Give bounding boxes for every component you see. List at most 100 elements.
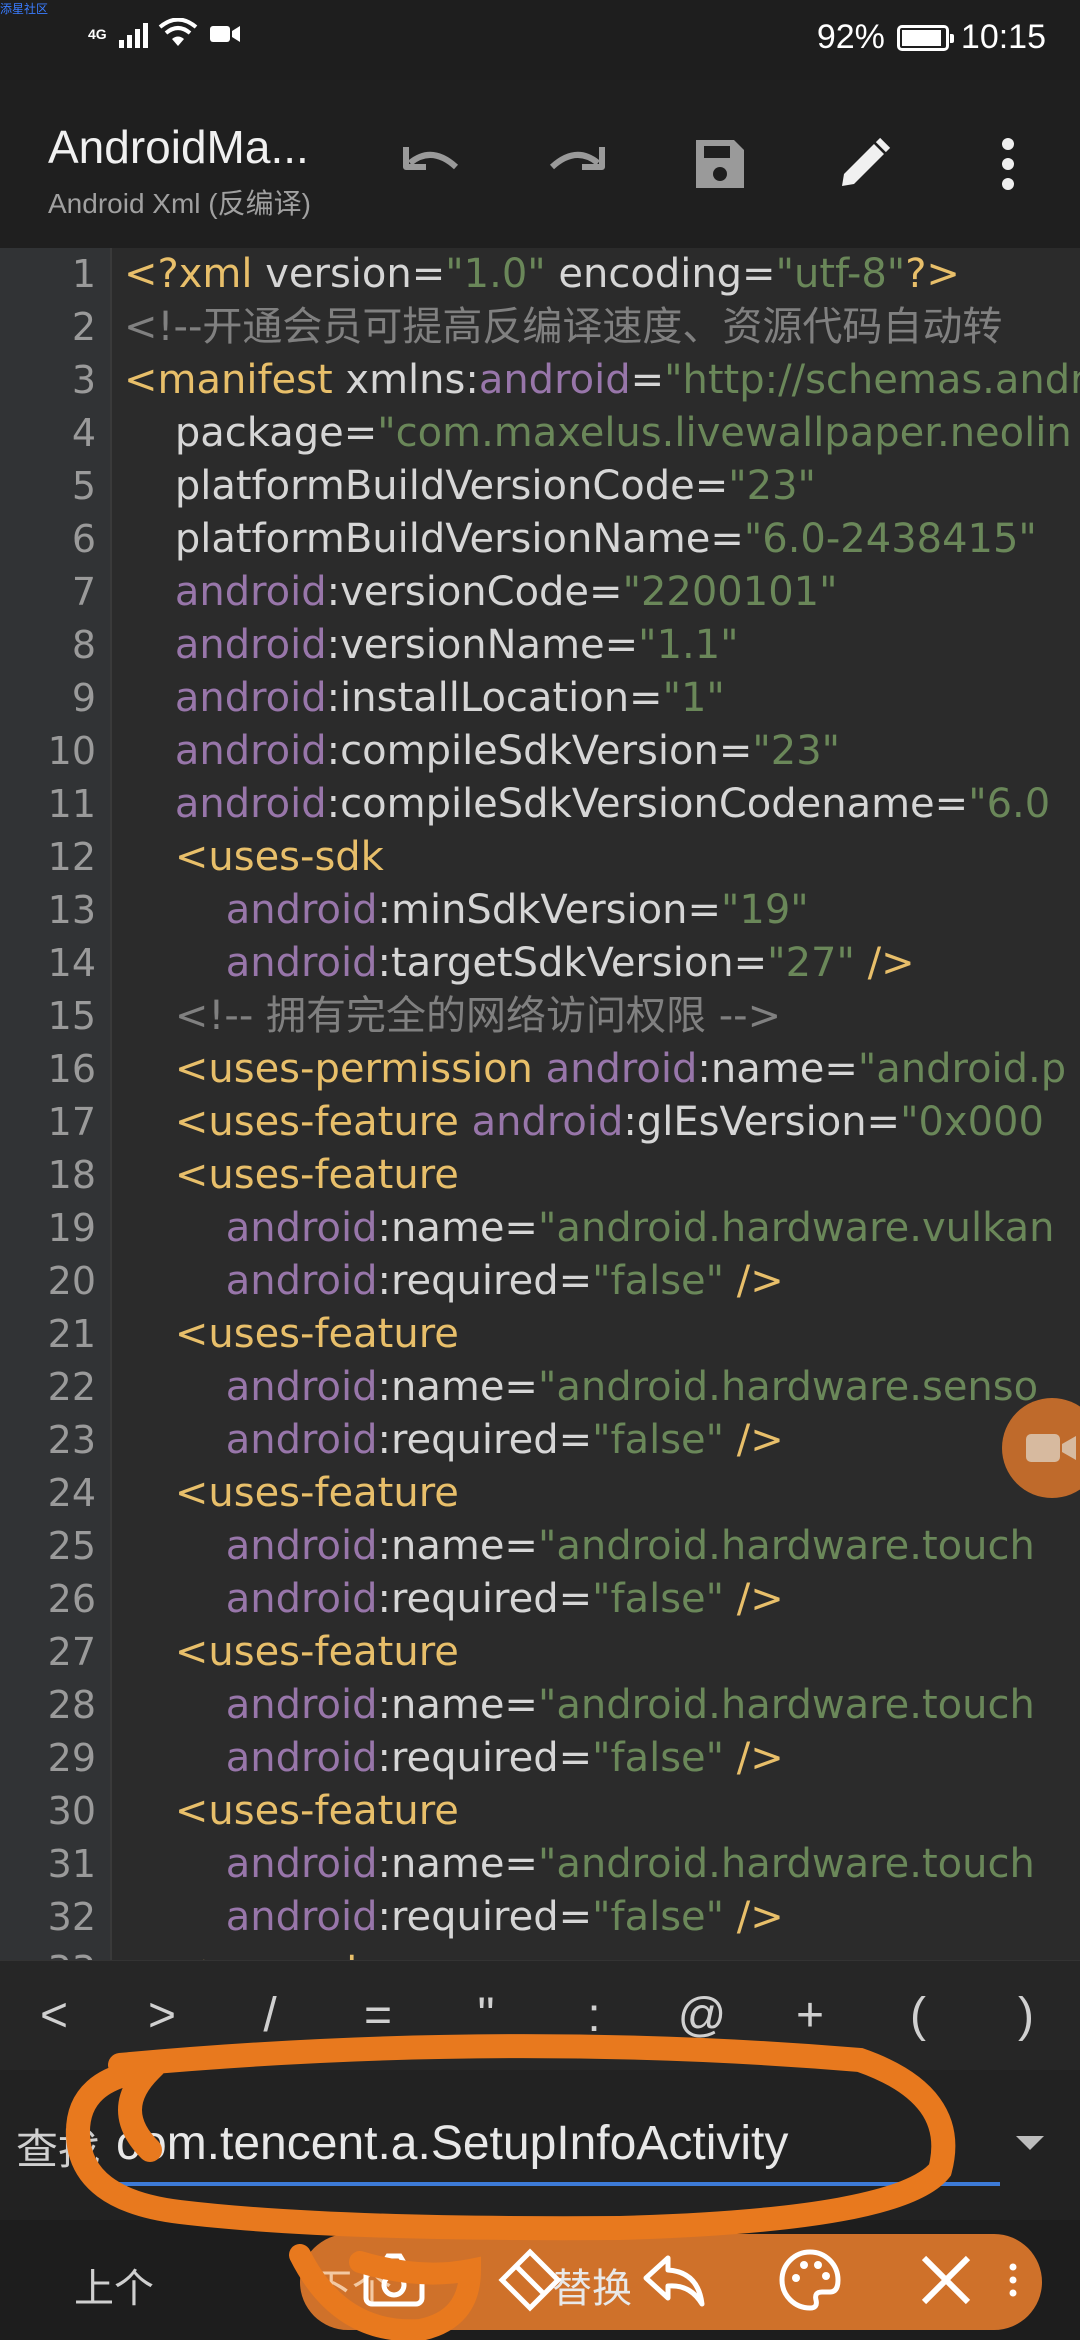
code-line[interactable]: 10 android:compileSdkVersion="23" bbox=[0, 725, 1080, 778]
line-code: android:compileSdkVersion="23" bbox=[124, 725, 840, 778]
code-line[interactable]: 11 android:compileSdkVersionCodename="6.… bbox=[0, 778, 1080, 831]
code-line[interactable]: 33 <supports-screens bbox=[0, 1944, 1080, 1960]
token-ns: android bbox=[124, 675, 327, 721]
palette-icon[interactable] bbox=[776, 2246, 844, 2314]
symbol-key[interactable]: < bbox=[0, 1988, 108, 2043]
status-left: 4G bbox=[88, 18, 244, 50]
code-line[interactable]: 26 android:required="false" /> bbox=[0, 1573, 1080, 1626]
code-line[interactable]: 25 android:name="android.hardware.touch bbox=[0, 1520, 1080, 1573]
code-line[interactable]: 31 android:name="android.hardware.touch bbox=[0, 1838, 1080, 1891]
code-line[interactable]: 2 <!--开通会员可提高反编译速度、资源代码自动转 bbox=[0, 301, 1080, 354]
line-code: <uses-permission android:name="android.p bbox=[124, 1043, 1066, 1096]
symbol-key[interactable]: ) bbox=[972, 1988, 1080, 2043]
token-tag: <?xml bbox=[124, 251, 266, 297]
line-code: android:required="false" /> bbox=[124, 1255, 784, 1308]
line-number: 28 bbox=[47, 1683, 96, 1727]
code-line[interactable]: 12 <uses-sdk bbox=[0, 831, 1080, 884]
code-line[interactable]: 30 <uses-feature bbox=[0, 1785, 1080, 1838]
code-line[interactable]: 24 <uses-feature bbox=[0, 1467, 1080, 1520]
symbol-key[interactable]: @ bbox=[648, 1988, 756, 2043]
file-title: AndroidMa... bbox=[48, 121, 309, 173]
code-line[interactable]: 7 android:versionCode="2200101" bbox=[0, 566, 1080, 619]
code-editor[interactable]: 1 <?xml version="1.0" encoding="utf-8"?> 2… bbox=[0, 248, 1080, 1960]
undo-icon[interactable] bbox=[392, 124, 472, 204]
line-code: <!--开通会员可提高反编译速度、资源代码自动转 bbox=[124, 301, 1002, 354]
code-line[interactable]: 6 platformBuildVersionName="6.0-2438415" bbox=[0, 513, 1080, 566]
code-line[interactable]: 8 android:versionName="1.1" bbox=[0, 619, 1080, 672]
code-line[interactable]: 15 <!-- 拥有完全的网络访问权限 --> bbox=[0, 990, 1080, 1043]
line-code: android:name="android.hardware.touch bbox=[124, 1679, 1035, 1732]
code-line[interactable]: 13 android:minSdkVersion="19" bbox=[0, 884, 1080, 937]
code-line[interactable]: 19 android:name="android.hardware.vulkan bbox=[0, 1202, 1080, 1255]
line-number: 22 bbox=[47, 1365, 96, 1409]
eraser-icon[interactable] bbox=[496, 2246, 564, 2314]
code-line[interactable]: 29 android:required="false" /> bbox=[0, 1732, 1080, 1785]
code-line[interactable]: 9 android:installLocation="1" bbox=[0, 672, 1080, 725]
line-number: 12 bbox=[47, 835, 96, 879]
symbol-bar: < > / = ": @ +() bbox=[0, 1960, 1080, 2070]
token-attr: xmlns: bbox=[345, 357, 479, 403]
more-icon[interactable] bbox=[968, 124, 1048, 204]
code-line[interactable]: 21 <uses-feature bbox=[0, 1308, 1080, 1361]
symbol-key[interactable]: + bbox=[756, 1988, 864, 2043]
chevron-down-icon[interactable] bbox=[1016, 2136, 1044, 2150]
line-number: 16 bbox=[47, 1047, 96, 1091]
code-line[interactable]: 3 <manifest xmlns:android="http://schemas… bbox=[0, 354, 1080, 407]
code-line[interactable]: 20 android:required="false" /> bbox=[0, 1255, 1080, 1308]
code-line[interactable]: 22 android:name="android.hardware.senso bbox=[0, 1361, 1080, 1414]
code-line[interactable]: 1 <?xml version="1.0" encoding="utf-8"?> bbox=[0, 248, 1080, 301]
token-attr: :name= bbox=[377, 1205, 538, 1251]
token-attr: :required= bbox=[377, 1735, 593, 1781]
edit-icon[interactable] bbox=[824, 124, 904, 204]
previous-button[interactable]: 上个 bbox=[74, 2256, 154, 2314]
line-number: 11 bbox=[47, 782, 96, 826]
code-line[interactable]: 5 platformBuildVersionCode="23" bbox=[0, 460, 1080, 513]
search-input[interactable]: com.tencent.a.SetupInfoActivity bbox=[112, 2102, 1000, 2186]
token-ns: android bbox=[124, 1205, 378, 1251]
token-val: "27" bbox=[767, 940, 855, 986]
line-code: android:minSdkVersion="19" bbox=[124, 884, 809, 937]
video-call-icon bbox=[209, 26, 240, 42]
token-tag: /> bbox=[724, 1735, 784, 1781]
code-line[interactable]: 32 android:required="false" /> bbox=[0, 1891, 1080, 1944]
save-icon[interactable] bbox=[680, 124, 760, 204]
code-line[interactable]: 16 <uses-permission android:name="androi… bbox=[0, 1043, 1080, 1096]
code-line[interactable]: 4 package="com.maxelus.livewallpaper.neo… bbox=[0, 407, 1080, 460]
reply-icon[interactable] bbox=[640, 2246, 708, 2314]
token-attr: package= bbox=[124, 410, 378, 456]
token-tag: ?> bbox=[905, 251, 960, 297]
close-icon[interactable] bbox=[912, 2246, 980, 2314]
code-line[interactable]: 14 android:targetSdkVersion="27" /> bbox=[0, 937, 1080, 990]
symbol-key[interactable]: " bbox=[432, 1988, 540, 2043]
symbol-key[interactable]: > bbox=[108, 1988, 216, 2043]
more-vertical-icon[interactable] bbox=[1008, 2262, 1018, 2303]
symbol-key[interactable]: : bbox=[540, 1988, 648, 2043]
redo-icon[interactable] bbox=[536, 124, 616, 204]
replace-button[interactable]: 替换 bbox=[552, 2256, 632, 2314]
line-number: 1 bbox=[71, 252, 96, 296]
line-number: 10 bbox=[47, 729, 96, 773]
symbol-key[interactable]: / bbox=[216, 1988, 324, 2043]
token-val: "http://schemas.andro bbox=[664, 357, 1080, 403]
token-ns: android bbox=[471, 1099, 624, 1145]
symbol-key[interactable]: = bbox=[324, 1988, 432, 2043]
code-line[interactable]: 27 <uses-feature bbox=[0, 1626, 1080, 1679]
line-code: platformBuildVersionName="6.0-2438415" bbox=[124, 513, 1037, 566]
battery-percent: 92% bbox=[816, 18, 885, 56]
battery-icon bbox=[896, 24, 954, 51]
line-code: <uses-feature bbox=[124, 1467, 459, 1520]
code-line[interactable]: 17 <uses-feature android:glEsVersion="0x… bbox=[0, 1096, 1080, 1149]
token-attr: :name= bbox=[377, 1682, 538, 1728]
code-line[interactable]: 28 android:name="android.hardware.touch bbox=[0, 1679, 1080, 1732]
code-line[interactable]: 18 <uses-feature bbox=[0, 1149, 1080, 1202]
line-number: 23 bbox=[47, 1418, 96, 1462]
camera-icon[interactable] bbox=[360, 2246, 428, 2314]
code-line[interactable]: 23 android:required="false" /> bbox=[0, 1414, 1080, 1467]
token-attr: :minSdkVersion= bbox=[377, 887, 721, 933]
line-code: <uses-feature bbox=[124, 1308, 459, 1361]
token-ns: android bbox=[124, 728, 327, 774]
token-attr: version= bbox=[265, 251, 446, 297]
token-tag: /> bbox=[724, 1894, 784, 1940]
symbol-key[interactable]: ( bbox=[864, 1988, 972, 2043]
line-number: 31 bbox=[47, 1842, 96, 1886]
